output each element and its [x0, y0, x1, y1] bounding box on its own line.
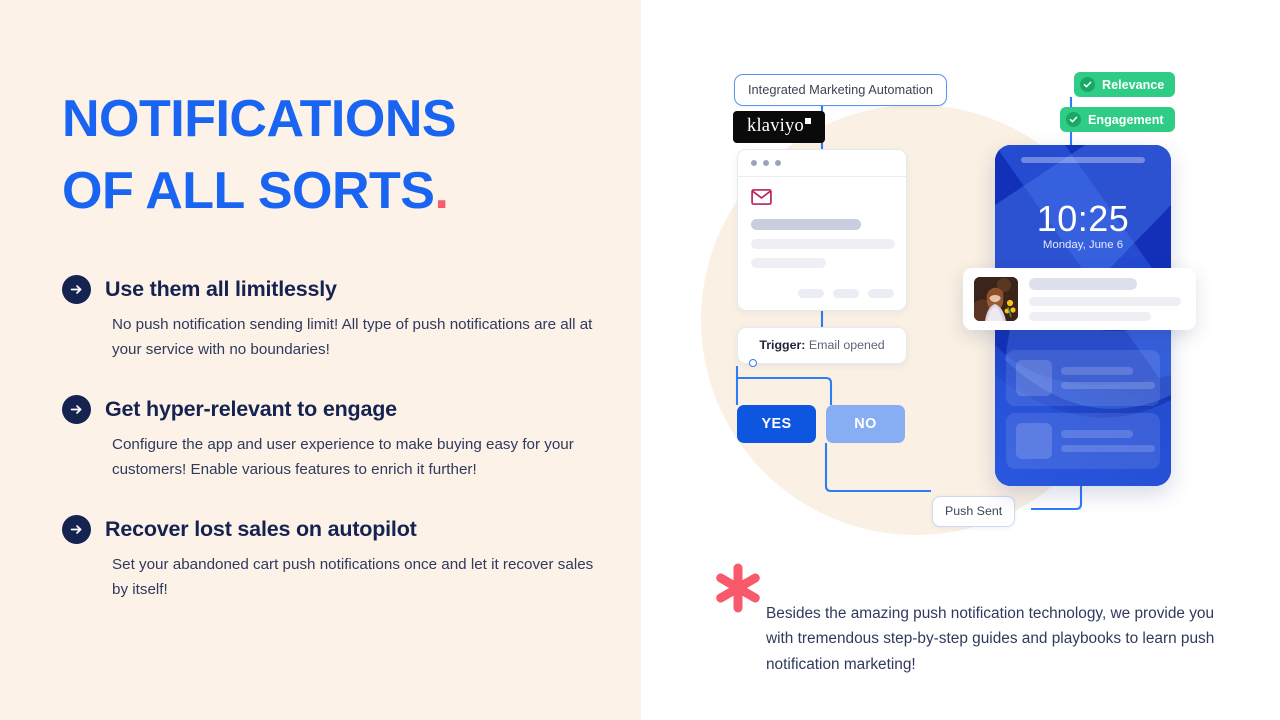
feature-body: Configure the app and user experience to… — [112, 436, 574, 478]
headline-accent-period: . — [434, 161, 449, 220]
asterisk-icon — [712, 562, 764, 619]
window-dot-icon — [751, 160, 757, 166]
footer-note: Besides the amazing push notification te… — [766, 605, 1215, 673]
placeholder-bar — [751, 239, 895, 249]
feature-title: Get hyper-relevant to engage — [105, 397, 397, 421]
window-dot-icon — [763, 160, 769, 166]
feature-title: Recover lost sales on autopilot — [105, 517, 417, 541]
klaviyo-mark-icon — [804, 118, 811, 124]
ghost-thumbnail — [1016, 423, 1052, 459]
integration-label: Integrated Marketing Automation — [734, 74, 947, 106]
check-circle-icon — [1080, 77, 1095, 92]
feature-title: Use them all limitlessly — [105, 277, 337, 301]
headline-line-1: NOTIFICATIONS — [62, 90, 457, 148]
feature-body: No push notification sending limit! All … — [112, 316, 593, 358]
arrow-right-circle-icon — [62, 275, 91, 304]
push-notification-card — [963, 268, 1196, 330]
placeholder-bar — [1061, 430, 1133, 438]
window-dot-icon — [775, 160, 781, 166]
phone-speaker — [1021, 157, 1145, 163]
feature-header: Recover lost sales on autopilot — [62, 515, 607, 544]
email-preview-card — [737, 149, 907, 311]
card-action-pills — [798, 289, 894, 298]
placeholder-bar — [1061, 445, 1155, 452]
arrow-right-circle-icon — [62, 395, 91, 424]
ghost-thumbnail — [1016, 360, 1052, 396]
feature-item: Use them all limitlessly No push notific… — [62, 275, 607, 362]
branch-yes-button[interactable]: YES — [737, 405, 816, 443]
status-badge-engagement: Engagement — [1060, 107, 1175, 132]
status-badge-relevance: Relevance — [1074, 72, 1176, 97]
left-panel: NOTIFICATIONS OF ALL SORTS. Use them all… — [0, 0, 641, 720]
feature-body: Set your abandoned cart push notificatio… — [112, 556, 594, 598]
feature-header: Get hyper-relevant to engage — [62, 395, 607, 424]
trigger-node: Trigger: Email opened — [737, 327, 907, 364]
klaviyo-logo-badge: klaviyo — [733, 111, 825, 143]
placeholder-bar — [1029, 311, 1151, 321]
pill-button[interactable] — [868, 289, 894, 298]
card-window-bar — [738, 150, 906, 177]
feature-item: Get hyper-relevant to engage Configure t… — [62, 395, 607, 482]
badge-label: Engagement — [1088, 112, 1164, 127]
placeholder-bar — [1061, 382, 1155, 389]
trigger-value: Email opened — [808, 338, 885, 352]
badge-label: Relevance — [1102, 77, 1165, 92]
card-content — [738, 177, 906, 268]
placeholder-bar — [1029, 296, 1181, 306]
phone-ghost-notification — [1006, 350, 1160, 406]
page-title: NOTIFICATIONS OF ALL SORTS. — [62, 84, 602, 228]
headline-line-2: OF ALL SORTS — [62, 161, 435, 220]
feature-item: Recover lost sales on autopilot Set your… — [62, 515, 607, 602]
feature-header: Use them all limitlessly — [62, 275, 607, 304]
trigger-label: Trigger: — [759, 338, 806, 352]
push-sent-node: Push Sent — [932, 496, 1016, 527]
pill-button[interactable] — [833, 289, 859, 298]
trigger-output-port — [749, 359, 757, 367]
check-circle-icon — [1066, 112, 1081, 127]
envelope-icon — [751, 189, 772, 205]
klaviyo-wordmark: klaviyo — [747, 116, 804, 136]
branch-no-button[interactable]: NO — [826, 405, 905, 443]
placeholder-bar — [1061, 367, 1133, 375]
phone-clock-time: 10:25 — [1036, 198, 1130, 239]
pill-button[interactable] — [798, 289, 824, 298]
phone-clock-date: Monday, June 6 — [1042, 239, 1124, 251]
arrow-right-circle-icon — [62, 515, 91, 544]
placeholder-bar — [751, 258, 826, 268]
placeholder-bar — [1029, 277, 1137, 290]
placeholder-bar — [751, 219, 861, 230]
phone-ghost-notification — [1006, 413, 1160, 469]
woman-portrait-thumbnail — [974, 277, 1018, 321]
avatar — [974, 277, 1018, 321]
